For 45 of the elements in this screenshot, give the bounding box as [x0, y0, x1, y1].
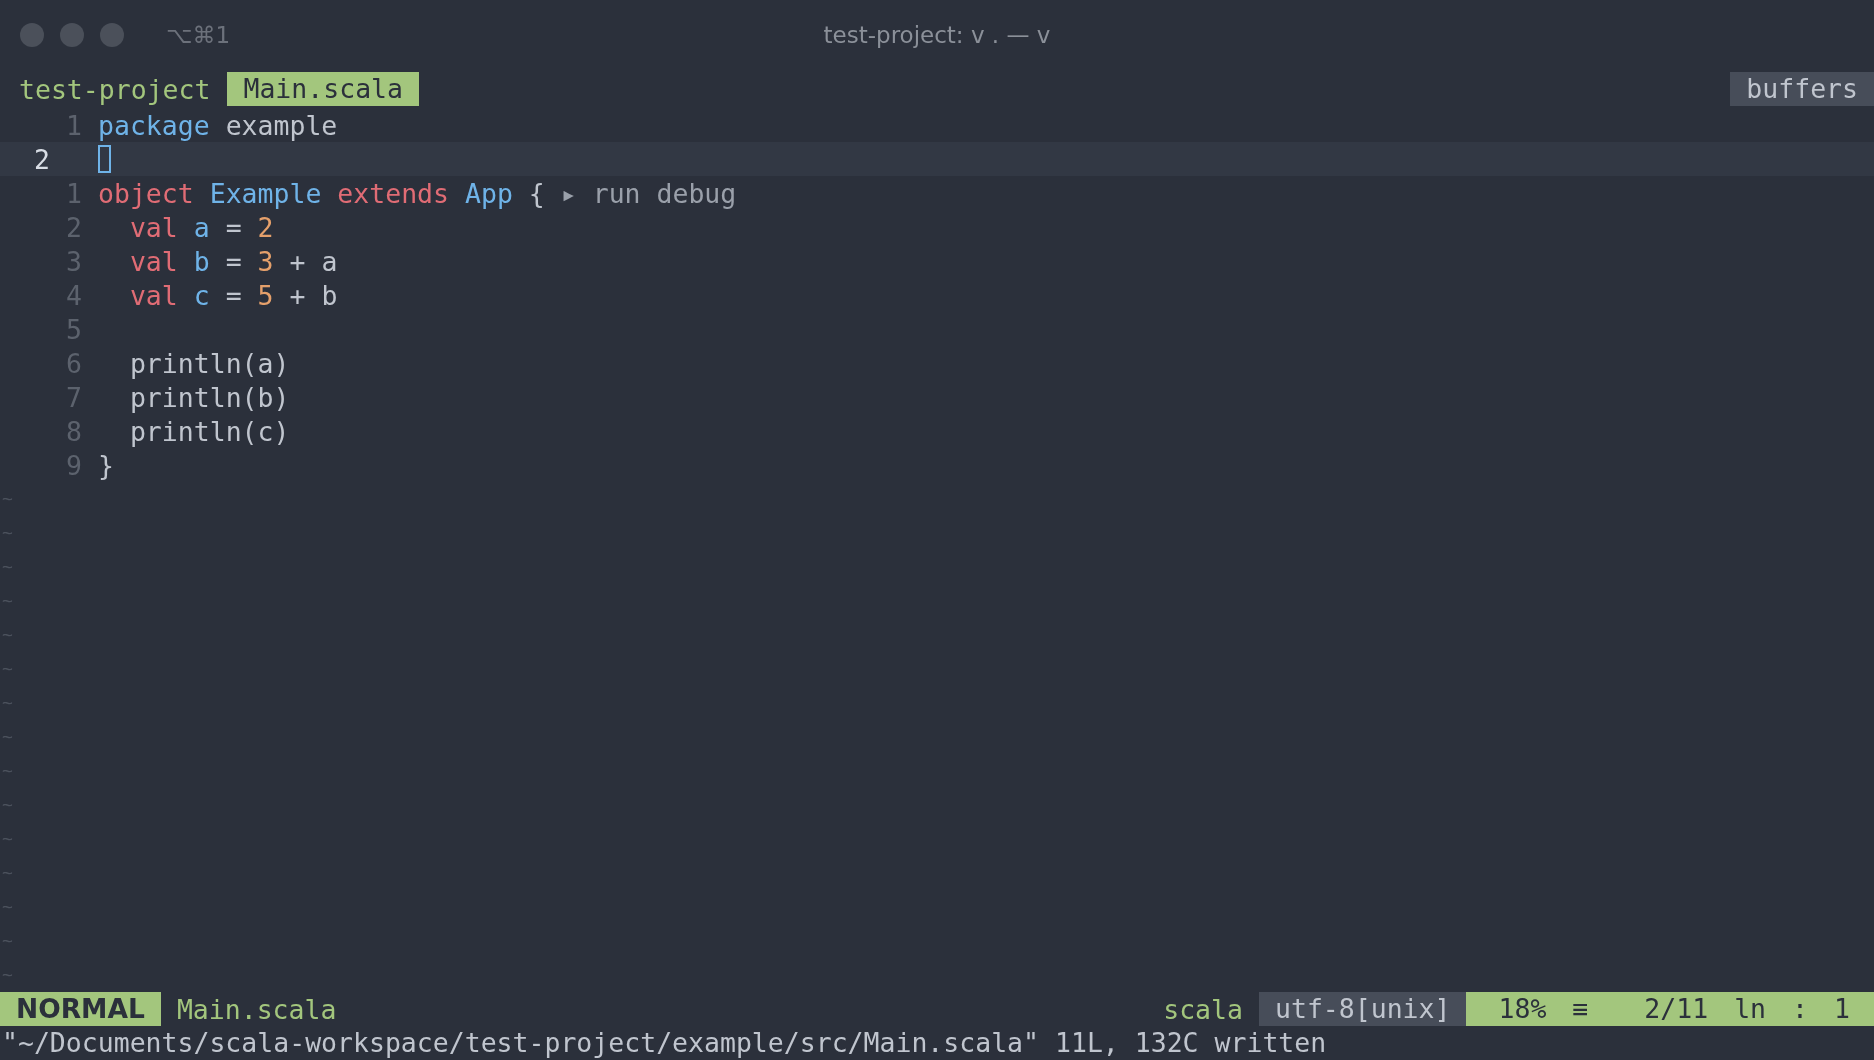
empty-line-marker: ~	[1, 895, 14, 919]
empty-line-marker: ~	[1, 793, 14, 817]
code-line: val c = 5 + b	[128, 279, 338, 311]
code-line: println(a)	[128, 347, 290, 379]
code-line: println(b)	[128, 381, 290, 413]
code-line: println(c)	[128, 415, 290, 447]
project-name: test-project	[18, 73, 211, 105]
percent-label: 18%	[1498, 992, 1547, 1026]
empty-line-marker: ~	[1, 623, 14, 647]
empty-line-marker: ~	[1, 929, 14, 953]
code-line: val b = 3 + a	[128, 245, 338, 277]
filetype-label: scala	[1163, 993, 1243, 1025]
empty-line-marker: ~	[1, 725, 14, 749]
close-button[interactable]	[20, 23, 44, 47]
encoding-label: utf-8[unix]	[1258, 992, 1467, 1026]
run-debug-codelens[interactable]: ▸ run debug	[560, 177, 737, 209]
window-shortcut: ⌥⌘1	[166, 22, 231, 48]
empty-line-marker: ~	[1, 861, 14, 885]
line-number: 2	[33, 143, 51, 175]
empty-line-marker: ~	[1, 487, 14, 511]
empty-line-marker: ~	[1, 691, 14, 715]
empty-line-marker: ~	[1, 657, 14, 681]
minimize-button[interactable]	[60, 23, 84, 47]
line-position: 2/11	[1644, 992, 1709, 1026]
empty-line-marker: ~	[1, 589, 14, 613]
code-line: val a = 2	[128, 211, 274, 243]
column-number: 1	[1834, 992, 1850, 1026]
empty-line-marker: ~	[1, 827, 14, 851]
empty-line-marker: ~	[1, 555, 14, 579]
code-line: object Example extends App {	[98, 177, 545, 209]
zoom-button[interactable]	[100, 23, 124, 47]
empty-line-marker: ~	[1, 521, 14, 545]
buffers-label: buffers	[1730, 72, 1874, 106]
empty-line-marker: ~	[1, 963, 14, 987]
mode-indicator: NORMAL	[0, 992, 161, 1026]
code-line: }	[98, 449, 114, 481]
code-line: package example	[98, 109, 338, 141]
window-title: test-project: v . — v	[823, 22, 1051, 48]
ln-label: ln	[1734, 992, 1767, 1026]
status-filename: Main.scala	[176, 993, 337, 1025]
command-message: "~/Documents/scala-workspace/test-project/example/src/Main.scala" 11L, 132C written	[1, 1026, 1328, 1060]
menu-glyph: ≡	[1572, 992, 1589, 1026]
buffer-tab[interactable]: Main.scala	[227, 72, 419, 106]
colon-separator: :	[1792, 992, 1809, 1026]
empty-line-marker: ~	[1, 759, 14, 783]
